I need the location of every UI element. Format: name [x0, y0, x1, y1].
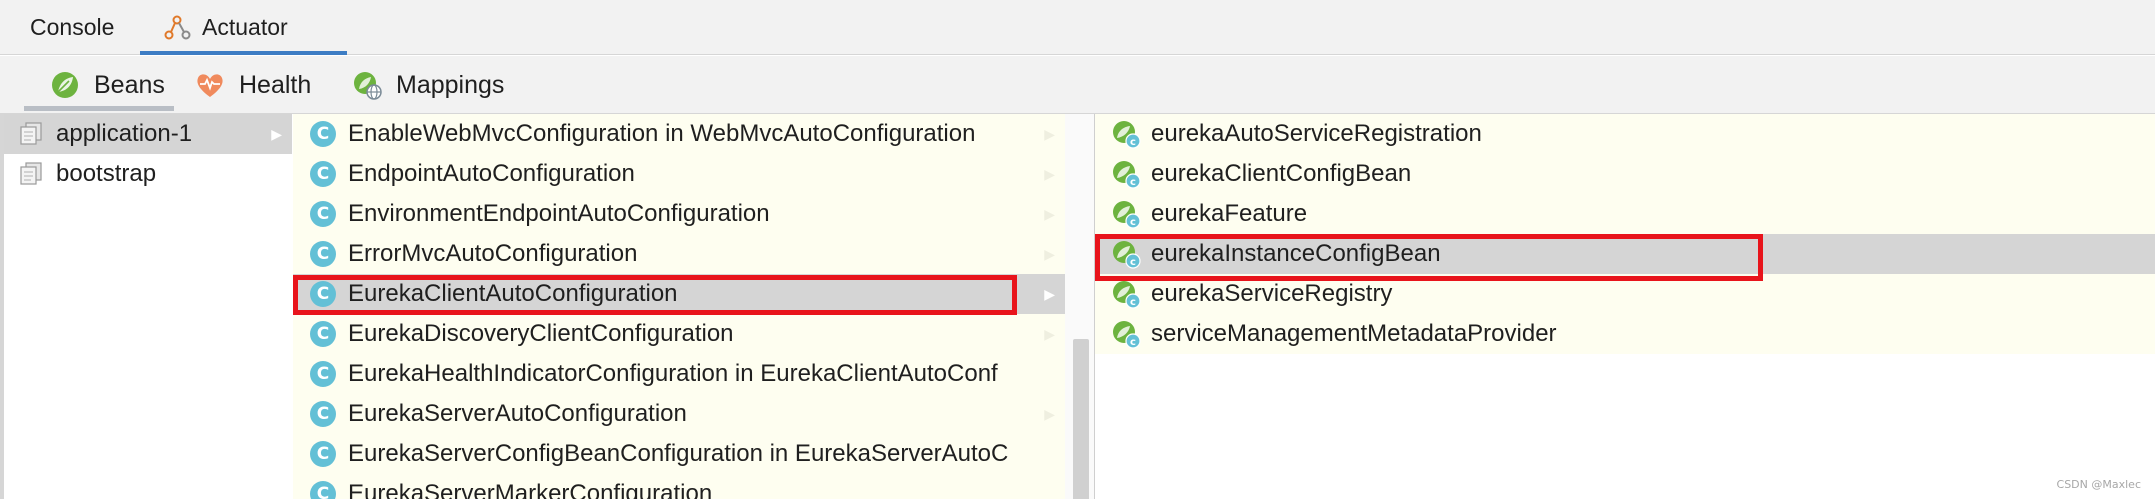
- context-stack-icon: [18, 161, 44, 187]
- active-tab-indicator: [140, 51, 347, 55]
- expand-arrow-icon: ▶: [1044, 125, 1055, 142]
- list-item[interactable]: C EnableWebMvcConfiguration in WebMvcAut…: [293, 114, 1065, 154]
- expand-arrow-icon: ▶: [271, 125, 282, 142]
- expand-arrow-icon: ▶: [1044, 285, 1055, 302]
- spring-bean-icon: c: [1111, 199, 1141, 229]
- context-stack-icon: [18, 121, 44, 147]
- expand-arrow-icon: ▶: [1044, 205, 1055, 222]
- configuration-label: EnableWebMvcConfiguration in WebMvcAutoC…: [348, 120, 976, 147]
- class-icon: C: [310, 321, 336, 347]
- spring-globe-icon: [352, 70, 382, 100]
- spring-leaf-icon: [50, 70, 80, 100]
- bean-label: eurekaClientConfigBean: [1151, 160, 1412, 187]
- list-item[interactable]: c eurekaClientConfigBean: [1095, 154, 2155, 194]
- spring-bean-icon: c: [1111, 319, 1141, 349]
- class-icon: C: [310, 201, 336, 227]
- list-item[interactable]: C EurekaHealthIndicatorConfiguration in …: [293, 354, 1065, 394]
- tab-beans-label: Beans: [94, 70, 165, 99]
- list-item[interactable]: c eurekaFeature: [1095, 194, 2155, 234]
- configuration-label: EurekaHealthIndicatorConfiguration in Eu…: [348, 360, 998, 387]
- bean-label: eurekaAutoServiceRegistration: [1151, 120, 1482, 147]
- list-item[interactable]: C EurekaServerAutoConfiguration ▶: [293, 394, 1065, 434]
- configuration-label: EurekaServerMarkerConfiguration: [348, 480, 713, 499]
- svg-text:c: c: [1130, 177, 1136, 188]
- tab-mappings[interactable]: Mappings: [352, 56, 504, 114]
- list-item[interactable]: C EndpointAutoConfiguration ▶: [293, 154, 1065, 194]
- list-item[interactable]: c eurekaAutoServiceRegistration: [1095, 114, 2155, 154]
- tab-actuator-label: Actuator: [202, 14, 288, 40]
- expand-arrow-icon: ▶: [1044, 165, 1055, 182]
- bean-label: eurekaFeature: [1151, 200, 1308, 227]
- heart-pulse-icon: [195, 70, 225, 100]
- list-item[interactable]: C EurekaServerConfigBeanConfiguration in…: [293, 434, 1065, 474]
- top-tab-bar: Console Actuator: [0, 0, 2155, 55]
- context-label: application-1: [56, 120, 193, 147]
- tab-console-label: Console: [30, 14, 115, 40]
- expand-arrow-icon: ▶: [1044, 405, 1055, 422]
- context-item-application-1[interactable]: application-1 ▶: [4, 114, 292, 154]
- svg-text:c: c: [1130, 137, 1136, 148]
- tab-actuator[interactable]: Actuator: [162, 0, 288, 55]
- configuration-label: EnvironmentEndpointAutoConfiguration: [348, 200, 770, 227]
- configuration-label: EurekaServerAutoConfiguration: [348, 400, 687, 427]
- context-item-bootstrap[interactable]: bootstrap: [4, 154, 292, 194]
- list-item[interactable]: C EurekaServerMarkerConfiguration: [293, 474, 1065, 499]
- expand-arrow-icon: ▶: [1044, 325, 1055, 342]
- expand-arrow-icon: ▶: [1044, 245, 1055, 262]
- scrollbar-thumb[interactable]: [1073, 339, 1089, 499]
- class-icon: C: [310, 241, 336, 267]
- class-icon: C: [310, 161, 336, 187]
- tab-health-label: Health: [239, 70, 312, 99]
- class-icon: C: [310, 121, 336, 147]
- list-item[interactable]: c serviceManagementMetadataProvider: [1095, 314, 2155, 354]
- bean-label: eurekaServiceRegistry: [1151, 280, 1393, 307]
- list-item[interactable]: C ErrorMvcAutoConfiguration ▶: [293, 234, 1065, 274]
- active-subtab-indicator: [24, 106, 174, 111]
- spring-bean-icon: c: [1111, 159, 1141, 189]
- tab-health[interactable]: Health: [195, 56, 311, 114]
- class-icon: C: [310, 481, 336, 499]
- bean-list: c eurekaAutoServiceRegistration c eureka…: [1095, 114, 2155, 499]
- tab-console[interactable]: Console: [30, 0, 114, 55]
- highlight-box-configuration: [293, 275, 1017, 315]
- svg-text:c: c: [1130, 297, 1136, 308]
- bean-label: serviceManagementMetadataProvider: [1151, 320, 1557, 347]
- tab-mappings-label: Mappings: [396, 70, 505, 99]
- configuration-label: EurekaDiscoveryClientConfiguration: [348, 320, 734, 347]
- actuator-icon: [162, 13, 192, 43]
- class-icon: C: [310, 361, 336, 387]
- class-icon: C: [310, 401, 336, 427]
- list-item[interactable]: C EurekaDiscoveryClientConfiguration ▶: [293, 314, 1065, 354]
- highlight-box-bean: [1095, 234, 1763, 281]
- context-list: application-1 ▶ bootstrap: [0, 114, 292, 499]
- configuration-label: EurekaServerConfigBeanConfiguration in E…: [348, 440, 1009, 467]
- spring-bean-icon: c: [1111, 119, 1141, 149]
- configuration-label: ErrorMvcAutoConfiguration: [348, 240, 638, 267]
- list-item[interactable]: C EnvironmentEndpointAutoConfiguration ▶: [293, 194, 1065, 234]
- configuration-scrollbar[interactable]: [1065, 114, 1094, 499]
- svg-text:c: c: [1130, 217, 1136, 228]
- spring-bean-icon: c: [1111, 279, 1141, 309]
- actuator-sub-tab-bar: Beans Health Mappings: [0, 56, 2155, 114]
- svg-text:c: c: [1130, 337, 1136, 348]
- class-icon: C: [310, 441, 336, 467]
- configuration-label: EndpointAutoConfiguration: [348, 160, 635, 187]
- watermark: CSDN @Maxlec: [2056, 478, 2141, 491]
- context-label: bootstrap: [56, 160, 157, 187]
